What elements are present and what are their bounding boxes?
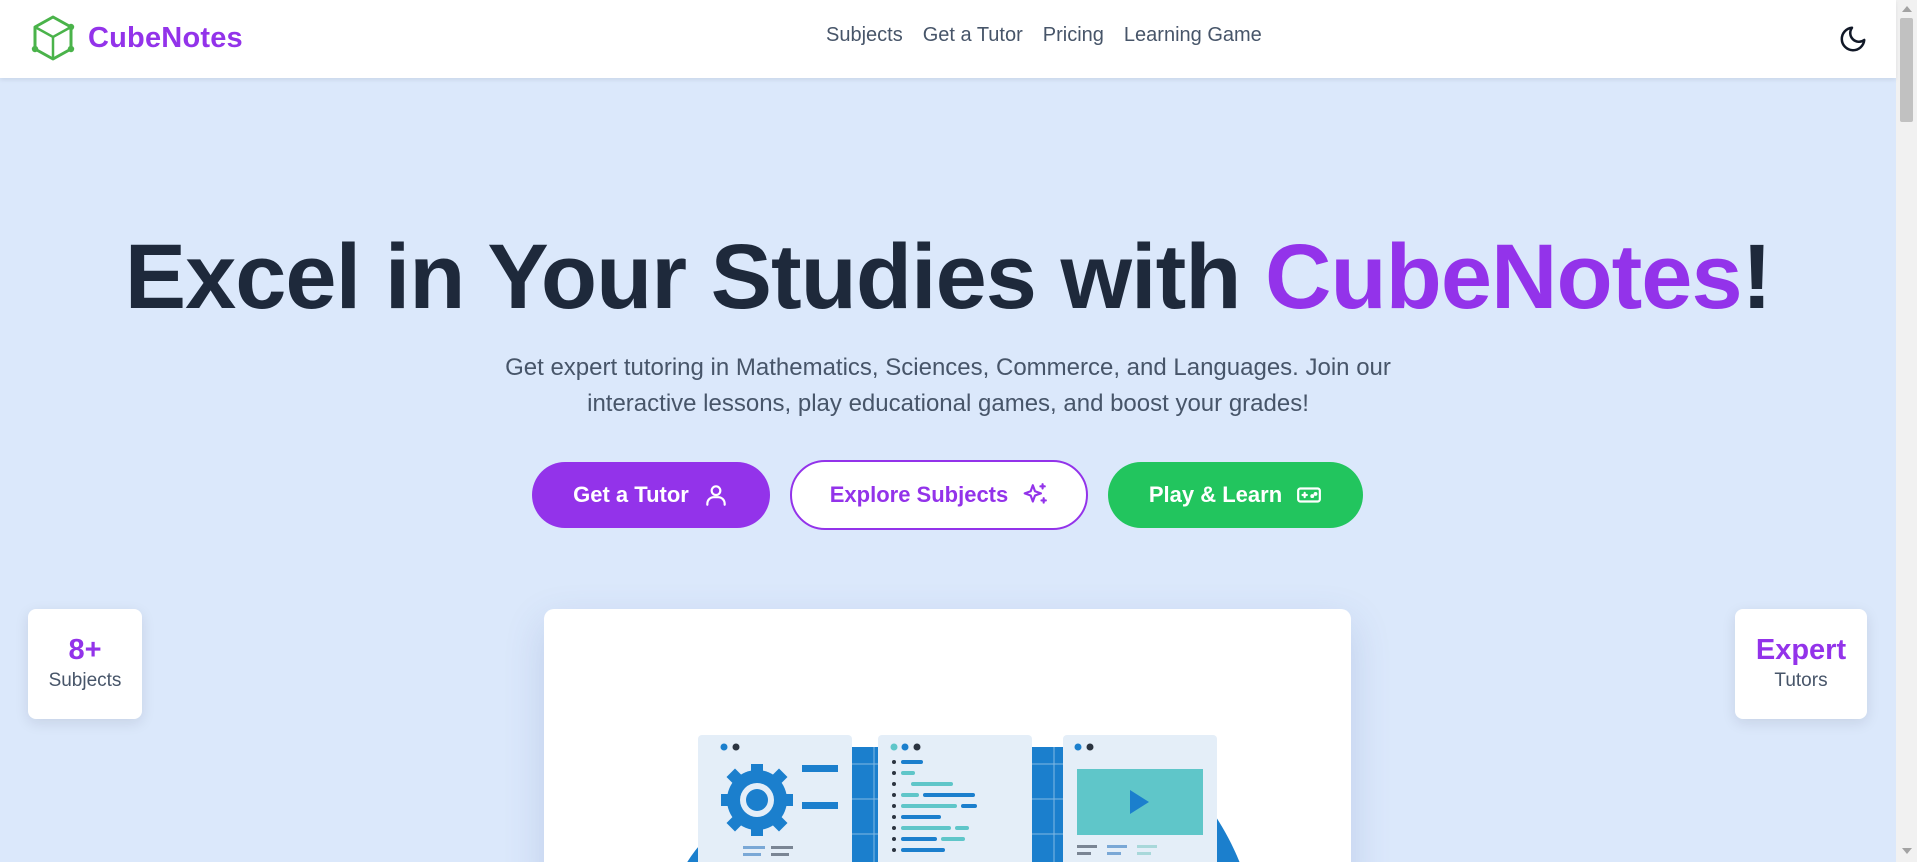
stat-label: Tutors <box>1774 670 1828 691</box>
video-panel <box>1063 735 1217 862</box>
play-and-learn-label: Play & Learn <box>1148 482 1283 507</box>
code-panel <box>878 735 1032 862</box>
nav-get-a-tutor[interactable]: Get a Tutor <box>923 24 1023 47</box>
play-and-learn-button[interactable]: Play & Learn <box>1108 462 1363 528</box>
hero-subtitle: Get expert tutoring in Mathematics, Scie… <box>505 354 1391 417</box>
cube-icon <box>31 15 75 61</box>
get-a-tutor-label: Get a Tutor <box>573 482 689 507</box>
user-icon <box>706 485 726 506</box>
hero-title-end: ! <box>1741 226 1773 328</box>
learning-illustration <box>687 735 1240 862</box>
stat-card-tutors: Expert Tutors <box>1735 609 1867 719</box>
stat-value: Expert <box>1755 634 1847 666</box>
moon-icon <box>1840 26 1866 52</box>
scroll-up-arrow[interactable] <box>1902 6 1912 12</box>
stat-value: 8+ <box>68 634 102 666</box>
brand-name: CubeNotes <box>88 21 243 54</box>
explore-subjects-button[interactable]: Explore Subjects <box>790 460 1088 530</box>
gamepad-icon <box>1297 487 1322 503</box>
nav-subjects[interactable]: Subjects <box>826 24 903 47</box>
hero-title-accent: CubeNotes <box>1265 226 1743 328</box>
nav-learning-game[interactable]: Learning Game <box>1124 24 1262 47</box>
settings-panel <box>698 735 852 862</box>
get-a-tutor-button[interactable]: Get a Tutor <box>532 462 770 528</box>
main-nav: Subjects Get a Tutor Pricing Learning Ga… <box>826 24 1262 47</box>
stat-card-subjects: 8+ Subjects <box>28 609 142 719</box>
theme-toggle-button[interactable] <box>1838 24 1868 54</box>
nav-pricing[interactable]: Pricing <box>1043 24 1104 47</box>
stat-label: Subjects <box>48 670 122 691</box>
hero-illustration-card <box>544 609 1351 862</box>
explore-subjects-label: Explore Subjects <box>829 482 1009 507</box>
hero-title: Excel in Your Studies with CubeNotes! <box>0 225 1896 330</box>
hero-title-main: Excel in Your Studies with <box>124 226 1266 328</box>
site-header: CubeNotes Subjects Get a Tutor Pricing L… <box>0 0 1896 78</box>
brand[interactable]: CubeNotes <box>30 13 243 63</box>
page-scrollbar[interactable] <box>1896 0 1917 862</box>
scroll-thumb[interactable] <box>1900 18 1913 122</box>
scroll-down-arrow[interactable] <box>1902 848 1912 854</box>
sparkles-icon <box>1023 483 1048 504</box>
